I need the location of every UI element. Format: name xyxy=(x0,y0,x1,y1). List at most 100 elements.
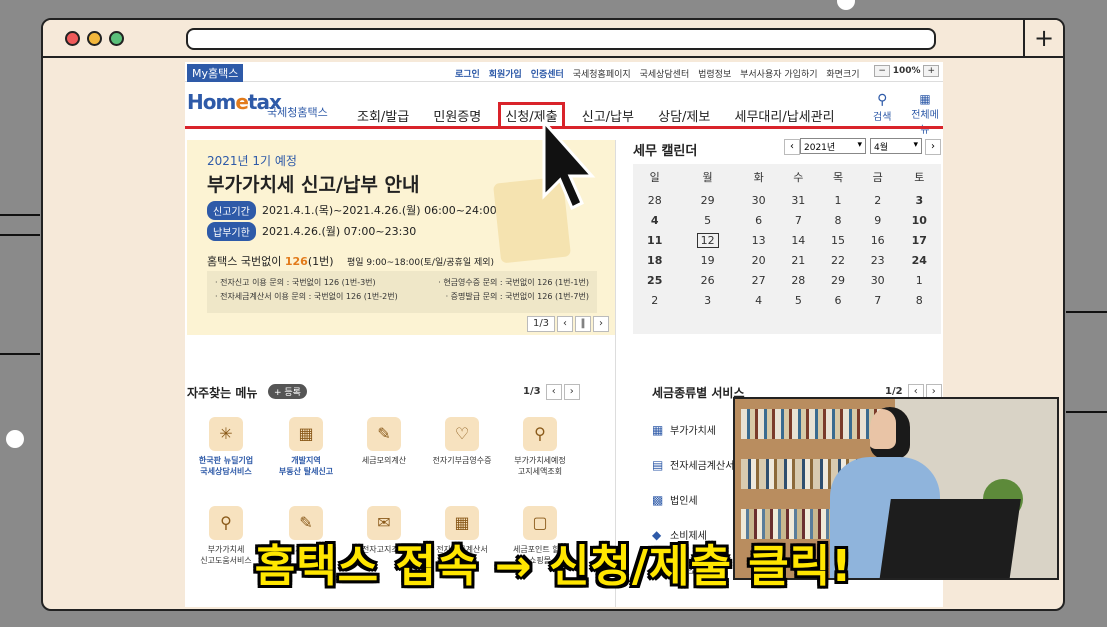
nts-home-link[interactable]: 국세청홈페이지 xyxy=(573,70,631,80)
calendar-day[interactable]: 3 xyxy=(898,190,941,210)
minimize-window-button[interactable] xyxy=(87,31,102,46)
zoom-value: 100% xyxy=(892,66,921,76)
calendar-day[interactable]: 10 xyxy=(898,210,941,230)
calendar-day[interactable]: 7 xyxy=(858,290,898,310)
add-menu-button[interactable]: + 등록 xyxy=(268,384,307,399)
chevron-down-icon: ▾ xyxy=(913,140,918,150)
calendar-prev-icon[interactable]: ‹ xyxy=(784,139,800,155)
close-window-button[interactable] xyxy=(65,31,80,46)
calendar-month-select[interactable]: 4월 ▾ xyxy=(870,138,922,154)
nav-civil-cert[interactable]: 민원증명 xyxy=(433,106,481,125)
help-suffix: (1번) xyxy=(307,255,334,268)
maximize-window-button[interactable] xyxy=(109,31,124,46)
calendar-year-select[interactable]: 2021년 ▾ xyxy=(800,138,866,154)
calendar-day[interactable]: 21 xyxy=(778,250,818,270)
zoom-in-button[interactable]: + xyxy=(923,65,939,77)
quick-menu-item[interactable]: ✎ 세금모의계산 xyxy=(349,417,419,466)
calendar-day[interactable]: 28 xyxy=(633,190,676,210)
calendar-day[interactable]: 16 xyxy=(858,230,898,250)
help-hours: 평일 9:00~18:00(토/일/공휴일 제외) xyxy=(347,258,495,268)
browser-titlebar: + xyxy=(43,20,1063,58)
calendar-day[interactable]: 30 xyxy=(858,270,898,290)
calendar-day[interactable]: 3 xyxy=(676,290,738,310)
tax-service-label: 법인세 xyxy=(670,496,698,507)
login-link[interactable]: 로그인 xyxy=(455,70,480,80)
calendar-day[interactable]: 23 xyxy=(858,250,898,270)
law-info-link[interactable]: 법령정보 xyxy=(698,70,731,80)
calendar-day[interactable]: 17 xyxy=(898,230,941,250)
next-icon[interactable]: › xyxy=(593,316,609,332)
calendar-day[interactable]: 22 xyxy=(818,250,858,270)
calendar-day[interactable]: 2 xyxy=(858,190,898,210)
search-button[interactable]: ⚲ 검색 xyxy=(873,92,891,123)
quick-menu-item[interactable]: ✳ 한국판 뉴딜기업 국세상담서비스 xyxy=(191,417,261,477)
address-bar[interactable] xyxy=(186,28,936,50)
calendar-day-today[interactable]: 12 xyxy=(676,230,738,250)
period-badge: 신고기간 xyxy=(207,201,256,220)
calendar-day[interactable]: 4 xyxy=(739,290,779,310)
tax-service-item[interactable]: ▤ 전자세금계산서 xyxy=(652,457,734,472)
calendar-day[interactable]: 29 xyxy=(676,190,738,210)
nav-tax-agent[interactable]: 세무대리/납세관리 xyxy=(734,106,834,125)
calendar-day[interactable]: 8 xyxy=(898,290,941,310)
note-item: · 전자세금계산서 이용 문의 : 국번없이 126 (1번-2번) xyxy=(215,292,398,301)
calendar-day[interactable]: 7 xyxy=(778,210,818,230)
calendar-day[interactable]: 8 xyxy=(818,210,858,230)
calendar-day[interactable]: 20 xyxy=(739,250,779,270)
top-utility-bar: My홈택스 로그인 회원가입 인증센터 국세청홈페이지 국세상담센터 법령정보 … xyxy=(185,62,943,82)
calculator-icon: ✎ xyxy=(367,417,401,451)
new-tab-button[interactable]: + xyxy=(1023,20,1063,58)
search-icon: ⚲ xyxy=(877,92,888,108)
decor-line xyxy=(0,234,40,236)
prev-icon[interactable]: ‹ xyxy=(545,384,562,400)
calendar-day[interactable]: 14 xyxy=(778,230,818,250)
calendar-day[interactable]: 24 xyxy=(898,250,941,270)
quick-menu-title: 자주찾는 메뉴 xyxy=(187,386,258,400)
pause-icon[interactable]: ‖ xyxy=(575,316,591,332)
calendar-day[interactable]: 11 xyxy=(633,230,676,250)
calendar-day[interactable]: 18 xyxy=(633,250,676,270)
nav-consult-report[interactable]: 상담/제보 xyxy=(658,106,710,125)
calendar-day[interactable]: 4 xyxy=(633,210,676,230)
screen-size-label: 화면크기 xyxy=(826,70,860,80)
dept-user-signup-link[interactable]: 부서사용자 가입하기 xyxy=(740,70,817,80)
quick-menu-item[interactable]: ⚲ 부가가치세예정 고지세액조회 xyxy=(505,417,575,477)
calendar-day[interactable]: 19 xyxy=(676,250,738,270)
quick-menu-pager: 1/3 ‹ › xyxy=(523,384,580,400)
calendar-day[interactable]: 2 xyxy=(633,290,676,310)
calendar-day[interactable]: 29 xyxy=(818,270,858,290)
calendar-day[interactable]: 28 xyxy=(778,270,818,290)
cert-center-link[interactable]: 인증센터 xyxy=(531,70,564,80)
quick-menu-item[interactable]: ♡ 전자기부금영수증 xyxy=(427,417,497,466)
calendar-day[interactable]: 9 xyxy=(858,210,898,230)
signup-link[interactable]: 회원가입 xyxy=(489,70,522,80)
calendar-day[interactable]: 6 xyxy=(818,290,858,310)
banner-notes: · 전자신고 이용 문의 : 국번없이 126 (1번-3번) · 현금영수증 … xyxy=(207,271,597,313)
document-search-icon: ⚲ xyxy=(523,417,557,451)
calendar-day[interactable]: 15 xyxy=(818,230,858,250)
menu-label: 세금모의계산 xyxy=(361,456,407,465)
calendar-day[interactable]: 30 xyxy=(739,190,779,210)
tax-service-item[interactable]: ▩ 법인세 xyxy=(652,492,698,507)
nav-inquiry-issue[interactable]: 조회/발급 xyxy=(357,106,409,125)
calendar-day[interactable]: 1 xyxy=(898,270,941,290)
next-icon[interactable]: › xyxy=(563,384,580,400)
zoom-out-button[interactable]: − xyxy=(874,65,890,77)
calendar-day[interactable]: 31 xyxy=(778,190,818,210)
calendar-day[interactable]: 6 xyxy=(739,210,779,230)
calendar-day[interactable]: 1 xyxy=(818,190,858,210)
my-hometax-button[interactable]: My홈택스 xyxy=(187,64,244,82)
tax-service-label: 부가가치세 xyxy=(670,426,716,437)
consult-center-link[interactable]: 국세상담센터 xyxy=(640,70,690,80)
quick-menu-item[interactable]: ▦ 개발지역 부동산 탈세신고 xyxy=(271,417,341,477)
calendar-day[interactable]: 26 xyxy=(676,270,738,290)
prev-icon[interactable]: ‹ xyxy=(557,316,573,332)
calendar-day[interactable]: 13 xyxy=(739,230,779,250)
tax-service-item[interactable]: ▦ 부가가치세 xyxy=(652,422,716,437)
calendar-day[interactable]: 5 xyxy=(676,210,738,230)
calendar-day[interactable]: 27 xyxy=(739,270,779,290)
calendar-next-icon[interactable]: › xyxy=(925,139,941,155)
all-menu-button[interactable]: ▦ 전체메뉴 xyxy=(907,92,943,136)
calendar-day[interactable]: 5 xyxy=(778,290,818,310)
calendar-day[interactable]: 25 xyxy=(633,270,676,290)
